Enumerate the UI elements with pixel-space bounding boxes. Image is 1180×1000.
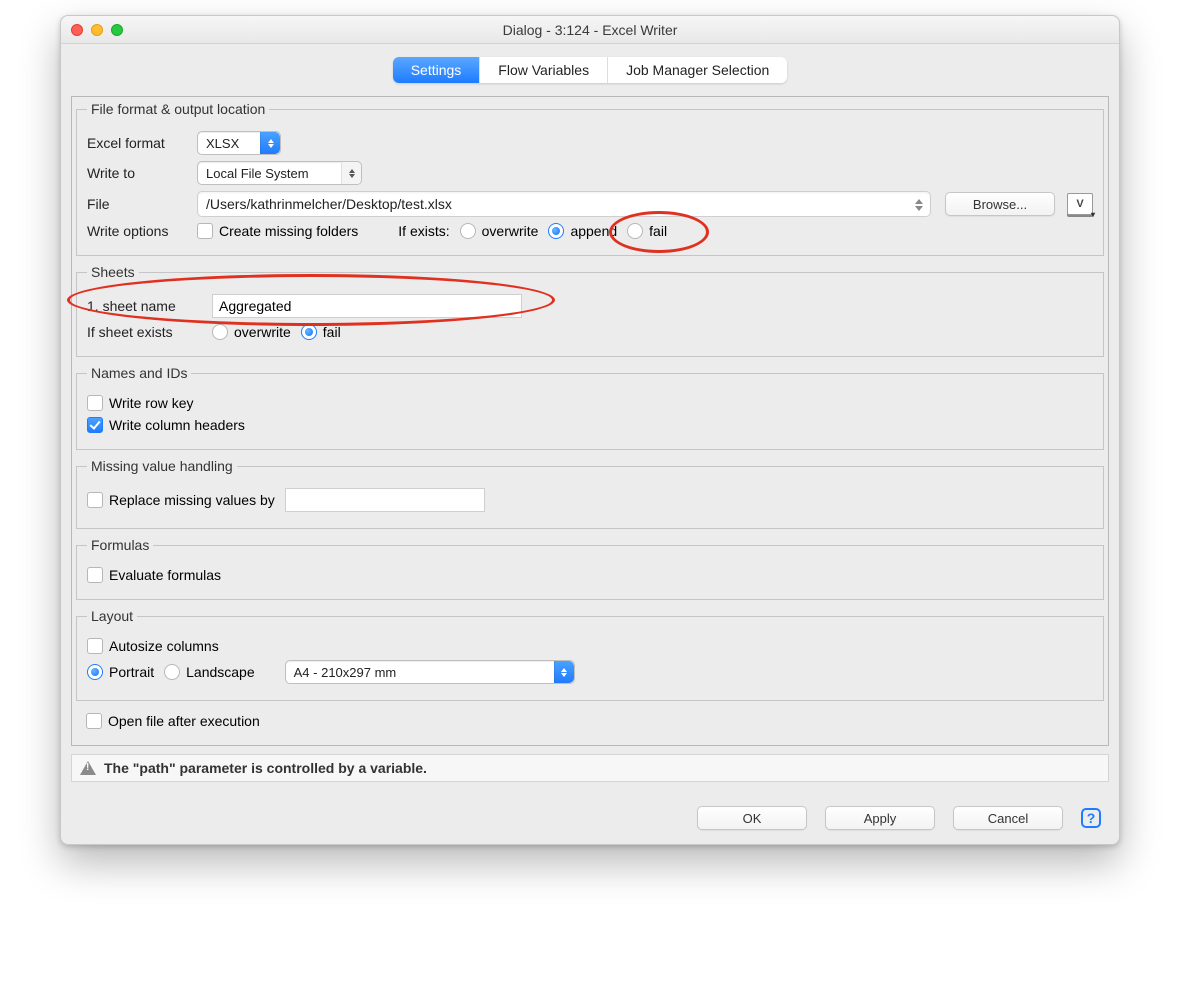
warning-icon — [80, 761, 96, 775]
window-title: Dialog - 3:124 - Excel Writer — [61, 22, 1119, 38]
excel-format-value: XLSX — [206, 136, 260, 151]
group-missing-value: Missing value handling Replace missing v… — [76, 458, 1104, 529]
chevron-updown-icon — [341, 162, 361, 184]
sheet-fail-label: fail — [323, 324, 341, 340]
create-missing-folders-label: Create missing folders — [219, 223, 358, 239]
cancel-button[interactable]: Cancel — [953, 806, 1063, 830]
write-to-label: Write to — [87, 165, 197, 181]
tab-bar: Settings Flow Variables Job Manager Sele… — [393, 57, 788, 83]
group-file-format: File format & output location Excel form… — [76, 101, 1104, 256]
group-missing-value-legend: Missing value handling — [87, 458, 237, 474]
if-exists-append-radio[interactable]: append — [548, 223, 617, 239]
if-exists-overwrite-radio[interactable]: overwrite — [460, 223, 539, 239]
browse-button[interactable]: Browse... — [945, 192, 1055, 216]
orientation-portrait-radio[interactable]: Portrait — [87, 664, 154, 680]
orientation-landscape-label: Landscape — [186, 664, 255, 680]
if-exists-append-label: append — [570, 223, 617, 239]
if-exists-label: If exists: — [398, 223, 449, 239]
sheet-name-label: 1. sheet name — [87, 298, 212, 314]
group-formulas: Formulas Evaluate formulas — [76, 537, 1104, 600]
group-layout-legend: Layout — [87, 608, 137, 624]
group-formulas-legend: Formulas — [87, 537, 153, 553]
orientation-portrait-label: Portrait — [109, 664, 154, 680]
create-missing-folders-checkbox[interactable]: Create missing folders — [197, 223, 358, 239]
write-row-key-label: Write row key — [109, 395, 194, 411]
if-exists-fail-label: fail — [649, 223, 667, 239]
open-file-after-execution-label: Open file after execution — [108, 713, 260, 729]
status-message-strip: The "path" parameter is controlled by a … — [71, 754, 1109, 782]
status-message-text: The "path" parameter is controlled by a … — [104, 760, 427, 776]
help-icon[interactable]: ? — [1081, 808, 1101, 828]
sheet-overwrite-label: overwrite — [234, 324, 291, 340]
tab-flow-variables[interactable]: Flow Variables — [480, 57, 608, 83]
tab-job-manager[interactable]: Job Manager Selection — [608, 57, 787, 83]
write-column-headers-label: Write column headers — [109, 417, 245, 433]
if-sheet-exists-label: If sheet exists — [87, 324, 212, 340]
apply-button[interactable]: Apply — [825, 806, 935, 830]
group-sheets: Sheets 1. sheet name If sheet exists ove… — [76, 264, 1104, 357]
chevron-updown-icon — [554, 661, 574, 683]
file-path-input[interactable]: /Users/kathrinmelcher/Desktop/test.xlsx — [197, 191, 931, 217]
titlebar: Dialog - 3:124 - Excel Writer — [61, 16, 1119, 44]
group-layout: Layout Autosize columns Portrait Landsca… — [76, 608, 1104, 701]
group-names-ids: Names and IDs Write row key Write column… — [76, 365, 1104, 450]
file-path-value: /Users/kathrinmelcher/Desktop/test.xlsx — [206, 196, 452, 212]
open-file-after-execution-checkbox[interactable]: Open file after execution — [86, 713, 260, 729]
file-label: File — [87, 196, 197, 212]
flow-variable-icon[interactable]: V — [1067, 193, 1093, 215]
sheet-fail-radio[interactable]: fail — [301, 324, 341, 340]
paper-size-value: A4 - 210x297 mm — [294, 665, 554, 680]
autosize-columns-label: Autosize columns — [109, 638, 219, 654]
write-to-value: Local File System — [206, 166, 341, 181]
autosize-columns-checkbox[interactable]: Autosize columns — [87, 638, 219, 654]
if-exists-fail-radio[interactable]: fail — [627, 223, 667, 239]
excel-format-select[interactable]: XLSX — [197, 131, 281, 155]
replace-missing-label: Replace missing values by — [109, 492, 275, 508]
evaluate-formulas-label: Evaluate formulas — [109, 567, 221, 583]
chevron-updown-icon — [912, 195, 926, 215]
write-to-select[interactable]: Local File System — [197, 161, 362, 185]
group-names-ids-legend: Names and IDs — [87, 365, 191, 381]
ok-button[interactable]: OK — [697, 806, 807, 830]
replace-missing-checkbox[interactable]: Replace missing values by — [87, 492, 275, 508]
paper-size-select[interactable]: A4 - 210x297 mm — [285, 660, 575, 684]
chevron-updown-icon — [260, 132, 280, 154]
tab-settings[interactable]: Settings — [393, 57, 481, 83]
write-row-key-checkbox[interactable]: Write row key — [87, 395, 194, 411]
group-file-format-legend: File format & output location — [87, 101, 269, 117]
evaluate-formulas-checkbox[interactable]: Evaluate formulas — [87, 567, 221, 583]
replace-missing-input[interactable] — [285, 488, 485, 512]
write-options-label: Write options — [87, 223, 197, 239]
if-exists-overwrite-label: overwrite — [482, 223, 539, 239]
sheet-name-input[interactable] — [212, 294, 522, 318]
group-sheets-legend: Sheets — [87, 264, 139, 280]
orientation-landscape-radio[interactable]: Landscape — [164, 664, 255, 680]
sheet-overwrite-radio[interactable]: overwrite — [212, 324, 291, 340]
write-column-headers-checkbox[interactable]: Write column headers — [87, 417, 245, 433]
excel-format-label: Excel format — [87, 135, 197, 151]
